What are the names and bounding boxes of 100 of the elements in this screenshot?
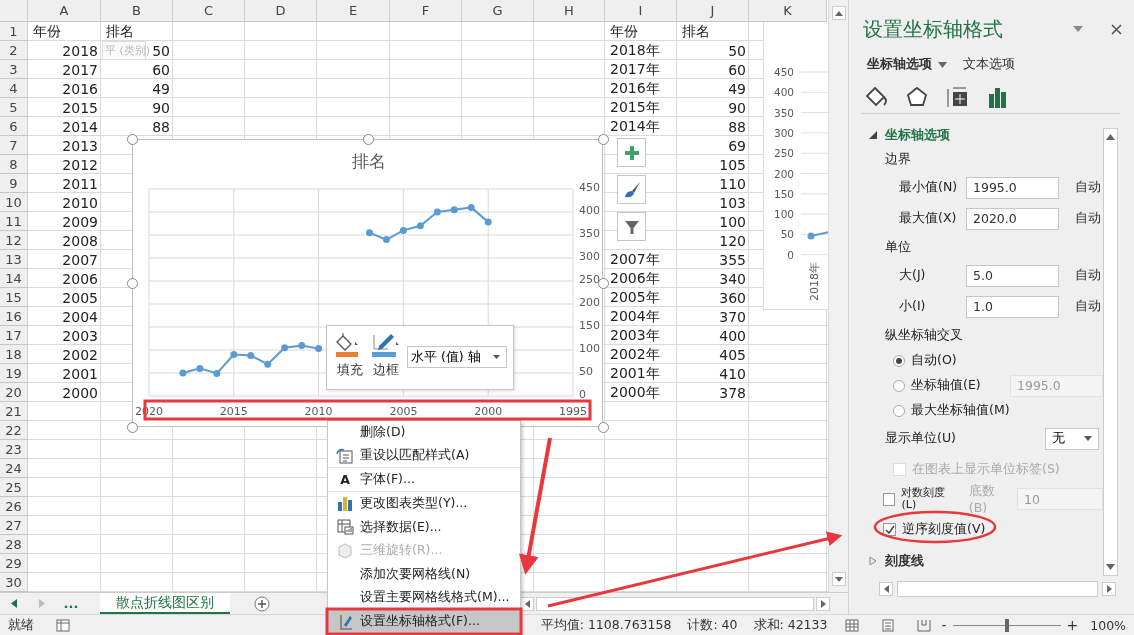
- chart-area[interactable]: 450 400 350 300 250 200 150 100 50 0 2018年: [763, 22, 828, 310]
- auto-button[interactable]: 自动: [1075, 298, 1101, 315]
- scrollbar-thumb[interactable]: [897, 581, 1098, 597]
- column-header[interactable]: C: [173, 0, 245, 22]
- row-header[interactable]: 15: [0, 288, 28, 307]
- column-header[interactable]: E: [317, 0, 390, 22]
- scroll-down-button[interactable]: [831, 572, 846, 586]
- row-header[interactable]: 19: [0, 364, 28, 383]
- row-header[interactable]: 7: [0, 136, 28, 155]
- plus-icon[interactable]: [617, 138, 646, 167]
- zoom-slider-thumb[interactable]: [1004, 618, 1009, 632]
- scroll-up-button[interactable]: [831, 6, 846, 20]
- section-header[interactable]: 坐标轴选项: [869, 124, 950, 146]
- menu-item[interactable]: 选择数据(E)...: [328, 515, 520, 539]
- column-header[interactable]: G: [462, 0, 534, 22]
- filter-icon[interactable]: [617, 212, 646, 241]
- pane-tab[interactable]: 坐标轴选项: [867, 56, 947, 73]
- row-header[interactable]: 14: [0, 269, 28, 288]
- row-header[interactable]: 20: [0, 383, 28, 402]
- column-header[interactable]: I: [605, 0, 677, 22]
- column-header[interactable]: K: [749, 0, 827, 22]
- checkbox[interactable]: [883, 492, 896, 506]
- brush-icon[interactable]: [617, 175, 646, 204]
- column-header[interactable]: J: [677, 0, 749, 22]
- column-header[interactable]: A: [28, 0, 101, 22]
- radio-button[interactable]: [893, 404, 905, 417]
- row-header[interactable]: 16: [0, 307, 28, 326]
- zoom-out-button[interactable]: -: [941, 617, 947, 633]
- element-dropdown[interactable]: 水平 (值) 轴: [407, 346, 507, 368]
- radio-button[interactable]: [893, 354, 905, 367]
- column-header[interactable]: D: [245, 0, 317, 22]
- zoom-in-button[interactable]: +: [1066, 617, 1079, 633]
- close-icon[interactable]: [1111, 23, 1122, 35]
- menu-item[interactable]: 设置主要网格线格式(M)...: [328, 586, 520, 610]
- resize-handle[interactable]: [598, 134, 609, 145]
- row-header[interactable]: 5: [0, 98, 28, 117]
- row-header[interactable]: 10: [0, 193, 28, 212]
- checkbox[interactable]: [883, 522, 896, 536]
- row-header[interactable]: 28: [0, 535, 28, 554]
- more-sheets-button[interactable]: ...: [56, 593, 86, 614]
- radio-button[interactable]: [893, 379, 905, 392]
- resize-handle[interactable]: [598, 422, 609, 433]
- border-button[interactable]: 边框: [371, 332, 401, 379]
- page-layout-icon[interactable]: [881, 618, 896, 632]
- resize-handle[interactable]: [127, 278, 138, 289]
- menu-item[interactable]: A 字体(F)...: [328, 468, 520, 492]
- paint-bucket-icon[interactable]: [865, 85, 889, 109]
- auto-button[interactable]: 自动: [1075, 210, 1101, 227]
- column-header[interactable]: H: [534, 0, 605, 22]
- menu-item[interactable]: 更改图表类型(Y)...: [328, 491, 520, 516]
- number-field[interactable]: 2020.0: [966, 207, 1059, 230]
- pane-tab[interactable]: 文本选项: [963, 56, 1015, 73]
- pentagon-icon[interactable]: [905, 85, 929, 109]
- row-header[interactable]: 3: [0, 60, 28, 79]
- number-field[interactable]: 1995.0: [966, 176, 1059, 199]
- units-dropdown[interactable]: 无: [1045, 427, 1099, 450]
- row-header[interactable]: 11: [0, 212, 28, 231]
- column-header[interactable]: F: [390, 0, 462, 22]
- row-header[interactable]: 21: [0, 402, 28, 421]
- number-field[interactable]: 1.0: [966, 295, 1059, 318]
- macro-record-icon[interactable]: [56, 618, 70, 632]
- resize-handle[interactable]: [127, 134, 138, 145]
- scrollbar-thumb[interactable]: [536, 596, 814, 611]
- normal-view-icon[interactable]: [845, 618, 860, 632]
- menu-item[interactable]: 重设以匹配样式(A): [328, 444, 520, 469]
- row-header[interactable]: 8: [0, 155, 28, 174]
- row-header[interactable]: 27: [0, 516, 28, 535]
- resize-handle[interactable]: [362, 134, 374, 145]
- menu-item[interactable]: 设置坐标轴格式(F)...: [328, 609, 520, 634]
- row-header[interactable]: 4: [0, 79, 28, 98]
- scroll-right-button[interactable]: [1102, 582, 1116, 596]
- column-header[interactable]: B: [101, 0, 173, 22]
- sheet-tab[interactable]: 散点折线图区别: [100, 593, 230, 614]
- row-header[interactable]: 25: [0, 478, 28, 497]
- row-header[interactable]: 13: [0, 250, 28, 269]
- row-header[interactable]: 6: [0, 117, 28, 136]
- auto-button[interactable]: 自动: [1075, 267, 1101, 284]
- resize-handle[interactable]: [598, 278, 609, 289]
- down-arrow-icon[interactable]: [1106, 564, 1115, 570]
- up-arrow-icon[interactable]: [1106, 134, 1115, 140]
- dropdown-icon[interactable]: [1073, 26, 1083, 32]
- row-header[interactable]: 24: [0, 459, 28, 478]
- row-header[interactable]: 23: [0, 440, 28, 459]
- row-header[interactable]: 2: [0, 41, 28, 60]
- row-header[interactable]: 26: [0, 497, 28, 516]
- resize-handle[interactable]: [127, 422, 138, 433]
- scrollbar[interactable]: [1103, 128, 1118, 576]
- scrollbar[interactable]: [828, 0, 848, 592]
- number-field[interactable]: 5.0: [966, 264, 1059, 287]
- row-header[interactable]: 9: [0, 174, 28, 193]
- scroll-right-button[interactable]: [816, 596, 830, 611]
- auto-button[interactable]: 自动: [1075, 179, 1101, 196]
- add-sheet-icon[interactable]: [254, 595, 270, 612]
- row-header[interactable]: 12: [0, 231, 28, 250]
- row-header[interactable]: 22: [0, 421, 28, 440]
- section-header[interactable]: 刻度线: [869, 550, 924, 572]
- row-header[interactable]: 1: [0, 22, 28, 41]
- menu-item[interactable]: 添加次要网格线(N): [328, 562, 520, 587]
- row-header[interactable]: 18: [0, 345, 28, 364]
- scroll-left-button[interactable]: [879, 582, 893, 596]
